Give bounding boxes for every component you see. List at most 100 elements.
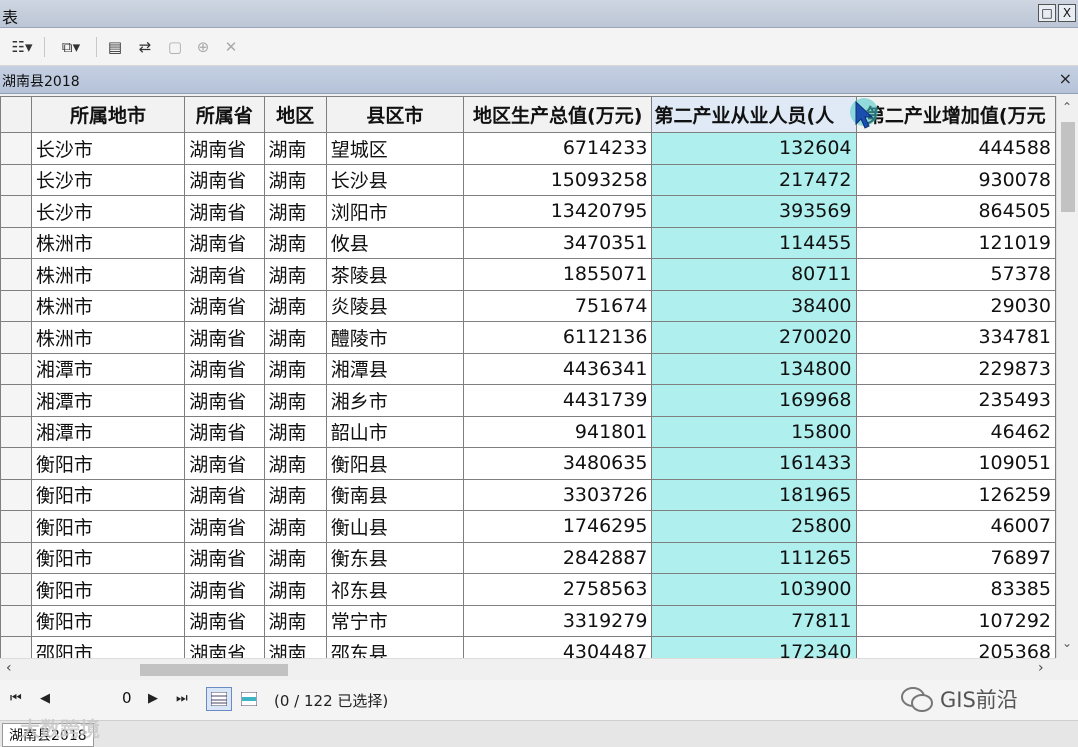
table-cell[interactable]: 864505 bbox=[855, 195, 1056, 228]
table-cell[interactable]: 衡阳市 bbox=[30, 478, 186, 511]
table-cell[interactable]: 湘潭县 bbox=[325, 352, 464, 385]
row-selector[interactable] bbox=[0, 352, 32, 385]
table-cell[interactable]: 930078 bbox=[855, 163, 1056, 196]
table-options-icon[interactable]: ☷▾ bbox=[4, 36, 40, 58]
delete-selected-icon[interactable]: ✕ bbox=[220, 36, 242, 58]
table-row[interactable]: 长沙市 湖南省 湖南 浏阳市 13420795 393569 864505 bbox=[0, 195, 1056, 228]
table-cell[interactable]: 邵阳市 bbox=[30, 636, 186, 658]
table-cell[interactable]: 湖南省 bbox=[184, 415, 265, 448]
table-cell[interactable]: 衡阳县 bbox=[325, 447, 464, 480]
table-row[interactable]: 邵阳市 湖南省 湖南 邵东县 4304487 172340 205368 bbox=[0, 636, 1056, 658]
select-by-attributes-icon[interactable]: ▤ bbox=[104, 36, 126, 58]
first-record-icon[interactable]: ⏮ bbox=[10, 691, 22, 706]
switch-selection-icon[interactable]: ⇄ bbox=[134, 36, 156, 58]
column-header[interactable]: 地区 bbox=[263, 96, 327, 133]
column-header[interactable]: 县区市 bbox=[325, 96, 464, 133]
table-cell[interactable]: 衡阳市 bbox=[30, 573, 186, 606]
table-cell[interactable]: 6714233 bbox=[462, 132, 653, 165]
table-cell[interactable]: 湖南省 bbox=[184, 573, 265, 606]
table-cell[interactable]: 长沙市 bbox=[30, 163, 186, 196]
scroll-down-icon[interactable]: ⌄ bbox=[1062, 636, 1072, 650]
table-cell[interactable]: 湖南省 bbox=[184, 478, 265, 511]
table-cell[interactable]: 湖南 bbox=[263, 573, 327, 606]
table-cell[interactable]: 衡南县 bbox=[325, 478, 464, 511]
table-row[interactable]: 衡阳市 湖南省 湖南 常宁市 3319279 77811 107292 bbox=[0, 604, 1056, 637]
table-cell[interactable]: 衡山县 bbox=[325, 510, 464, 543]
table-cell[interactable]: 株洲市 bbox=[30, 321, 186, 354]
table-cell[interactable]: 炎陵县 bbox=[325, 289, 464, 322]
row-selector[interactable] bbox=[0, 289, 32, 322]
table-row[interactable]: 衡阳市 湖南省 湖南 衡东县 2842887 111265 76897 bbox=[0, 541, 1056, 574]
table-cell[interactable]: 77811 bbox=[651, 604, 857, 637]
vertical-scroll-thumb[interactable] bbox=[1061, 122, 1075, 212]
table-cell[interactable]: 4304487 bbox=[462, 636, 653, 658]
row-selector[interactable] bbox=[0, 478, 32, 511]
row-selector[interactable] bbox=[0, 636, 32, 658]
table-cell[interactable]: 湖南省 bbox=[184, 321, 265, 354]
table-cell[interactable]: 3319279 bbox=[462, 604, 653, 637]
row-selector[interactable] bbox=[0, 510, 32, 543]
table-cell[interactable]: 邵东县 bbox=[325, 636, 464, 658]
table-cell[interactable]: 湖南 bbox=[263, 258, 327, 291]
table-cell[interactable]: 181965 bbox=[651, 478, 857, 511]
zoom-to-selected-icon[interactable]: ⊕ bbox=[192, 36, 214, 58]
vertical-scrollbar[interactable]: ⌃ ⌄ bbox=[1056, 96, 1078, 658]
table-cell[interactable]: 衡阳市 bbox=[30, 510, 186, 543]
table-cell[interactable]: 134800 bbox=[651, 352, 857, 385]
table-cell[interactable]: 270020 bbox=[651, 321, 857, 354]
table-cell[interactable]: 172340 bbox=[651, 636, 857, 658]
scroll-right-icon[interactable]: › bbox=[1038, 660, 1044, 676]
table-cell[interactable]: 13420795 bbox=[462, 195, 653, 228]
table-cell[interactable]: 15800 bbox=[651, 415, 857, 448]
close-tab-button[interactable]: × bbox=[1059, 69, 1072, 88]
table-cell[interactable]: 235493 bbox=[855, 384, 1056, 417]
table-cell[interactable]: 湖南 bbox=[263, 447, 327, 480]
table-cell[interactable]: 57378 bbox=[855, 258, 1056, 291]
table-cell[interactable]: 4431739 bbox=[462, 384, 653, 417]
show-all-records-icon[interactable] bbox=[206, 687, 232, 711]
row-selector[interactable] bbox=[0, 163, 32, 196]
table-cell[interactable]: 湖南 bbox=[263, 604, 327, 637]
table-cell[interactable]: 湖南省 bbox=[184, 226, 265, 259]
row-selector[interactable] bbox=[0, 195, 32, 228]
scroll-up-icon[interactable]: ⌃ bbox=[1062, 100, 1072, 114]
table-row[interactable]: 湘潭市 湖南省 湖南 韶山市 941801 15800 46462 bbox=[0, 415, 1056, 448]
table-cell[interactable]: 茶陵县 bbox=[325, 258, 464, 291]
column-header[interactable]: 地区生产总值(万元) bbox=[462, 96, 653, 133]
table-cell[interactable]: 29030 bbox=[855, 289, 1056, 322]
table-cell[interactable]: 株洲市 bbox=[30, 258, 186, 291]
table-row[interactable]: 株洲市 湖南省 湖南 炎陵县 751674 38400 29030 bbox=[0, 289, 1056, 322]
table-cell[interactable]: 湖南 bbox=[263, 352, 327, 385]
table-cell[interactable]: 4436341 bbox=[462, 352, 653, 385]
table-cell[interactable]: 126259 bbox=[855, 478, 1056, 511]
table-cell[interactable]: 长沙市 bbox=[30, 195, 186, 228]
table-cell[interactable]: 韶山市 bbox=[325, 415, 464, 448]
column-header[interactable]: 所属地市 bbox=[30, 96, 186, 133]
table-cell[interactable]: 1746295 bbox=[462, 510, 653, 543]
table-row[interactable]: 株洲市 湖南省 湖南 茶陵县 1855071 80711 57378 bbox=[0, 258, 1056, 291]
table-tab[interactable]: 湖南县2018 × bbox=[0, 66, 1078, 94]
table-cell[interactable]: 长沙县 bbox=[325, 163, 464, 196]
table-cell[interactable]: 湖南省 bbox=[184, 636, 265, 658]
table-cell[interactable]: 103900 bbox=[651, 573, 857, 606]
table-cell[interactable]: 祁东县 bbox=[325, 573, 464, 606]
table-cell[interactable]: 湘乡市 bbox=[325, 384, 464, 417]
table-row[interactable]: 湘潭市 湖南省 湖南 湘潭县 4436341 134800 229873 bbox=[0, 352, 1056, 385]
table-cell[interactable]: 3470351 bbox=[462, 226, 653, 259]
table-cell[interactable]: 湖南 bbox=[263, 510, 327, 543]
table-cell[interactable]: 湖南 bbox=[263, 195, 327, 228]
row-selector[interactable] bbox=[0, 384, 32, 417]
table-row[interactable]: 衡阳市 湖南省 湖南 衡阳县 3480635 161433 109051 bbox=[0, 447, 1056, 480]
table-cell[interactable]: 132604 bbox=[651, 132, 857, 165]
column-header-selected[interactable]: 第二产业从业人员(人 bbox=[651, 96, 857, 133]
table-cell[interactable]: 334781 bbox=[855, 321, 1056, 354]
table-cell[interactable]: 161433 bbox=[651, 447, 857, 480]
table-cell[interactable]: 株洲市 bbox=[30, 289, 186, 322]
table-cell[interactable]: 46462 bbox=[855, 415, 1056, 448]
table-cell[interactable]: 湖南 bbox=[263, 321, 327, 354]
table-cell[interactable]: 湘潭市 bbox=[30, 352, 186, 385]
table-row[interactable]: 株洲市 湖南省 湖南 醴陵市 6112136 270020 334781 bbox=[0, 321, 1056, 354]
table-cell[interactable]: 3480635 bbox=[462, 447, 653, 480]
table-cell[interactable]: 121019 bbox=[855, 226, 1056, 259]
table-cell[interactable]: 83385 bbox=[855, 573, 1056, 606]
